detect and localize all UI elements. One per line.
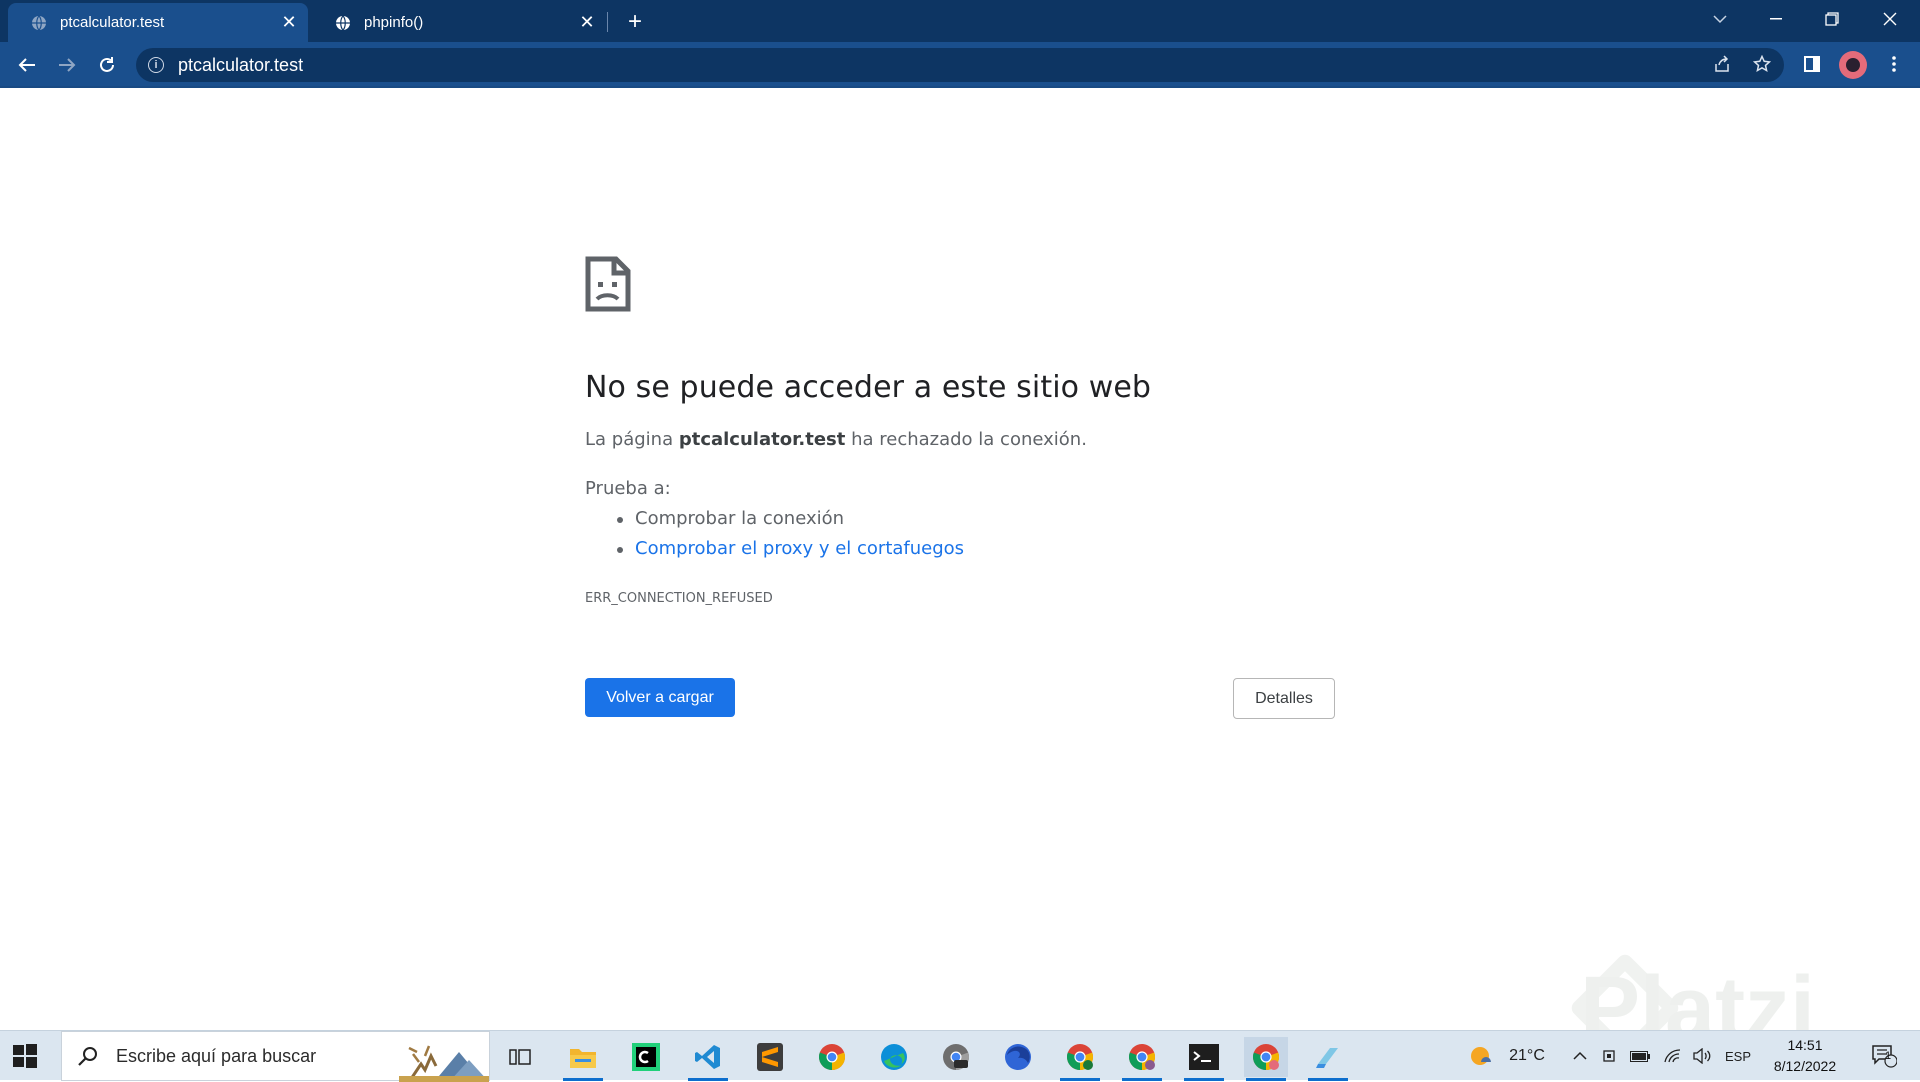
reload-button[interactable] bbox=[92, 50, 122, 80]
try-label: Prueba a: bbox=[585, 478, 671, 499]
address-bar[interactable]: i ptcalculator.test bbox=[136, 48, 1784, 82]
toolbar: i ptcalculator.test bbox=[0, 42, 1920, 88]
chrome-profile-1-icon[interactable] bbox=[1058, 1037, 1102, 1081]
search-placeholder: Escribe aquí para buscar bbox=[116, 1045, 317, 1066]
firefox-icon[interactable] bbox=[996, 1037, 1040, 1077]
notification-center-icon[interactable]: 1 bbox=[1864, 1031, 1904, 1081]
chevron-up-icon[interactable] bbox=[1568, 1031, 1592, 1081]
search-highlight-illustration bbox=[399, 1045, 489, 1082]
tab-search-button[interactable] bbox=[1692, 0, 1748, 38]
side-panel-icon[interactable] bbox=[1798, 50, 1826, 78]
file-explorer-icon[interactable] bbox=[561, 1037, 605, 1081]
weather-temperature[interactable]: 21°C bbox=[1502, 1031, 1552, 1081]
meet-now-icon[interactable] bbox=[1598, 1031, 1622, 1081]
notepad-icon[interactable] bbox=[1306, 1037, 1350, 1081]
browser-chrome: ptcalculator.test ✕ phpinfo() ✕ + i ptca… bbox=[0, 0, 1920, 88]
language-indicator[interactable]: ESP bbox=[1720, 1031, 1756, 1081]
globe-icon bbox=[334, 14, 352, 32]
url-text[interactable]: ptcalculator.test bbox=[178, 55, 303, 76]
taskbar-search[interactable]: Escribe aquí para buscar bbox=[61, 1031, 490, 1082]
clion-icon[interactable] bbox=[624, 1037, 668, 1077]
battery-icon[interactable] bbox=[1627, 1031, 1653, 1081]
menu-icon[interactable] bbox=[1880, 50, 1908, 78]
globe-icon bbox=[30, 14, 48, 32]
close-icon[interactable]: ✕ bbox=[574, 10, 600, 36]
star-icon[interactable] bbox=[1748, 50, 1776, 78]
terminal-icon[interactable] bbox=[1182, 1037, 1226, 1081]
weather-icon[interactable] bbox=[1464, 1031, 1500, 1081]
minimize-button[interactable] bbox=[1748, 0, 1804, 38]
volume-icon[interactable] bbox=[1689, 1031, 1715, 1081]
share-icon[interactable] bbox=[1708, 50, 1736, 78]
page-title: No se puede acceder a este sitio web bbox=[585, 370, 1152, 405]
error-page: No se puede acceder a este sitio web La … bbox=[0, 88, 1920, 1065]
error-code: ERR_CONNECTION_REFUSED bbox=[585, 591, 773, 606]
desc-suffix: ha rechazado la conexión. bbox=[845, 429, 1087, 450]
chrome-dev-icon[interactable] bbox=[934, 1037, 978, 1077]
forward-button[interactable] bbox=[52, 50, 82, 80]
close-window-button[interactable] bbox=[1862, 0, 1918, 38]
wifi-icon[interactable] bbox=[1659, 1031, 1685, 1081]
chrome-profile-3-icon[interactable] bbox=[1244, 1037, 1288, 1081]
desc-prefix: La página bbox=[585, 429, 679, 450]
desc-host: ptcalculator.test bbox=[678, 429, 846, 450]
sublime-text-icon[interactable] bbox=[748, 1037, 792, 1077]
clock-date: 8/12/2022 bbox=[1773, 1058, 1837, 1074]
search-icon bbox=[78, 1047, 97, 1066]
tab-title: ptcalculator.test bbox=[60, 14, 165, 31]
info-icon[interactable]: i bbox=[148, 57, 164, 73]
chrome-icon[interactable] bbox=[810, 1037, 854, 1077]
back-button[interactable] bbox=[12, 50, 42, 80]
edge-icon[interactable] bbox=[872, 1037, 916, 1077]
suggestion-check-connection: Comprobar la conexión bbox=[616, 508, 845, 529]
profile-avatar[interactable] bbox=[1839, 51, 1867, 79]
new-tab-button[interactable]: + bbox=[620, 8, 650, 36]
tab-phpinfo[interactable]: phpinfo() ✕ bbox=[312, 3, 606, 42]
restore-button[interactable] bbox=[1804, 0, 1860, 38]
tab-title: phpinfo() bbox=[364, 14, 424, 31]
close-icon[interactable]: ✕ bbox=[276, 10, 302, 36]
taskbar: Escribe aquí para buscar 21°C ESP 14:51 … bbox=[0, 1030, 1920, 1082]
notification-count: 1 bbox=[1885, 1050, 1892, 1062]
tab-strip: ptcalculator.test ✕ phpinfo() ✕ + bbox=[0, 0, 1920, 42]
clock-time: 14:51 bbox=[1787, 1037, 1823, 1053]
chrome-profile-2-icon[interactable] bbox=[1120, 1037, 1164, 1081]
windows-start-icon[interactable] bbox=[12, 1043, 38, 1069]
tab-separator bbox=[607, 12, 608, 32]
vscode-icon[interactable] bbox=[686, 1037, 730, 1081]
reload-page-button[interactable]: Volver a cargar bbox=[585, 678, 735, 717]
task-view-icon[interactable] bbox=[498, 1037, 542, 1077]
error-description: La página ptcalculator.test ha rechazado… bbox=[585, 429, 1087, 450]
clock[interactable]: 14:51 8/12/2022 bbox=[1762, 1035, 1848, 1077]
details-button[interactable]: Detalles bbox=[1233, 678, 1335, 719]
tab-ptcalculator[interactable]: ptcalculator.test ✕ bbox=[8, 3, 308, 42]
suggestion-check-proxy-link[interactable]: Comprobar el proxy y el cortafuegos bbox=[616, 538, 964, 559]
sad-document-icon bbox=[585, 256, 631, 312]
